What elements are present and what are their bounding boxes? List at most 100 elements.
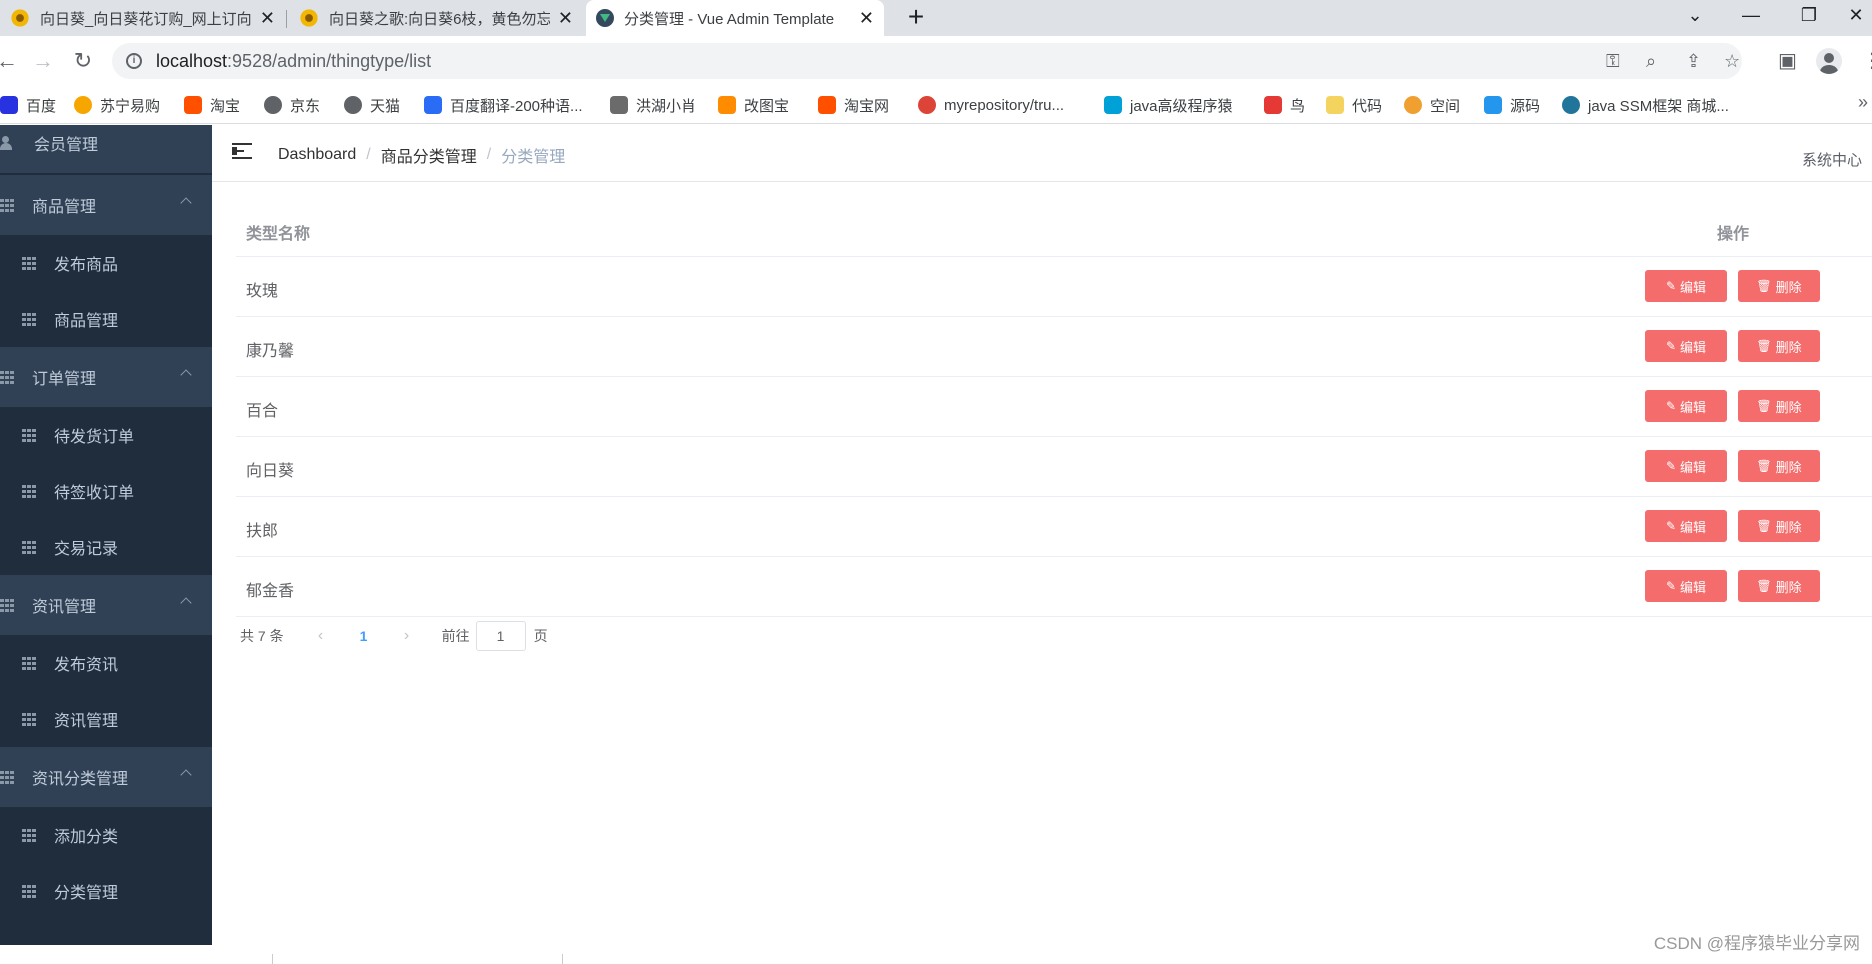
bookmark-item[interactable]: java SSM框架 商城...	[1562, 94, 1729, 116]
delete-button[interactable]: 🗑 删除	[1738, 450, 1820, 482]
breadcrumb-dashboard[interactable]: Dashboard	[278, 146, 356, 164]
bookmark-item[interactable]: myrepository/tru...	[918, 94, 1064, 116]
sidebar-item[interactable]: 商品管理	[0, 291, 212, 347]
address-bar[interactable]: i localhost:9528/admin/thingtype/list ⚿ …	[112, 43, 1742, 79]
delete-button[interactable]: 🗑 删除	[1738, 270, 1820, 302]
bookmark-item[interactable]: 源码	[1484, 94, 1540, 116]
goto-page-input[interactable]: 1	[475, 621, 526, 651]
bookmark-item[interactable]: 天猫	[344, 94, 400, 116]
taobao-icon	[818, 96, 836, 114]
back-icon[interactable]: ←	[0, 46, 22, 76]
system-center-link[interactable]: 系统中心	[1802, 149, 1862, 170]
sidebar-label: 添加分类	[54, 829, 119, 846]
sidebar-item[interactable]: 发布资讯	[0, 635, 212, 691]
side-panel-icon[interactable]: ▣	[1778, 48, 1797, 73]
edit-icon: ✎	[1665, 459, 1677, 473]
url-host: localhost	[156, 50, 228, 71]
close-window-icon[interactable]: ✕	[1840, 0, 1872, 32]
close-icon[interactable]: ✕	[260, 8, 275, 29]
edit-label: 编辑	[1680, 399, 1707, 415]
prev-page-icon[interactable]: ‹	[306, 627, 336, 645]
qzone-icon	[1404, 96, 1422, 114]
bookmark-item[interactable]: 洪湖小肖	[610, 94, 696, 116]
sidebar-item[interactable]: 交易记录	[0, 519, 212, 575]
breadcrumb-separator: /	[486, 146, 492, 163]
hamburger-icon[interactable]	[232, 143, 252, 159]
star-icon[interactable]: ☆	[1724, 51, 1740, 72]
bookmark-item[interactable]: 淘宝	[184, 94, 240, 116]
share-icon[interactable]: ⇪	[1686, 51, 1701, 72]
edit-button[interactable]: ✎ 编辑	[1645, 510, 1727, 542]
next-page-icon[interactable]: ›	[392, 627, 422, 645]
close-icon[interactable]: ✕	[859, 8, 874, 29]
sidebar-item[interactable]: 待发货订单	[0, 407, 212, 463]
category-name-cell: 向日葵	[246, 463, 295, 480]
delete-button[interactable]: 🗑 删除	[1738, 570, 1820, 602]
bookmark-item[interactable]: 淘宝网	[818, 94, 889, 116]
delete-button[interactable]: 🗑 删除	[1738, 330, 1820, 362]
chrome-icon	[918, 96, 936, 114]
edit-button[interactable]: ✎ 编辑	[1645, 570, 1727, 602]
delete-button[interactable]: 🗑 删除	[1738, 390, 1820, 422]
trash-icon: 🗑	[1756, 459, 1772, 473]
bookmarks-more-icon[interactable]: »	[1858, 92, 1868, 113]
sidebar-group[interactable]: 商品管理	[0, 175, 212, 235]
sidebar-label: 资讯分类管理	[32, 771, 129, 788]
pagination: 共 7 条 ‹ 1 › 前往 1 页	[240, 620, 548, 652]
bookmark-item[interactable]: 百度翻译-200种语...	[424, 94, 583, 116]
menu-dots-icon[interactable]: ⋮	[1862, 48, 1872, 73]
zoom-icon[interactable]: ⌕	[1646, 51, 1656, 72]
edit-button[interactable]: ✎ 编辑	[1645, 390, 1727, 422]
restore-icon[interactable]: ❐	[1786, 0, 1832, 32]
sidebar-group[interactable]: 会员管理	[0, 125, 212, 173]
minimize-icon[interactable]: —	[1728, 0, 1774, 32]
sidebar-label: 分类管理	[54, 885, 119, 902]
table-icon	[22, 312, 36, 326]
edit-label: 编辑	[1680, 519, 1707, 535]
tab-divider	[286, 10, 287, 28]
edit-button[interactable]: ✎ 编辑	[1645, 330, 1727, 362]
delete-button[interactable]: 🗑 删除	[1738, 510, 1820, 542]
bird-icon	[1264, 96, 1282, 114]
bookmark-item[interactable]: 改图宝	[718, 94, 789, 116]
bookmark-item[interactable]: 苏宁易购	[74, 94, 160, 116]
bookmark-item[interactable]: 百度	[0, 94, 56, 116]
delete-label: 删除	[1775, 579, 1802, 595]
bookmark-item[interactable]: java高级程序猿	[1104, 94, 1233, 116]
sunflower-icon	[10, 8, 30, 28]
table-icon	[22, 484, 36, 498]
sidebar-item[interactable]: 分类管理	[0, 863, 212, 919]
bookmark-item[interactable]: 空间	[1404, 94, 1460, 116]
sidebar-group[interactable]: 资讯管理	[0, 575, 212, 635]
browser-tab-active[interactable]: 分类管理 - Vue Admin Template ✕	[586, 0, 884, 36]
bookmark-item[interactable]: 京东	[264, 94, 320, 116]
close-icon[interactable]: ✕	[558, 8, 573, 29]
bookmark-item[interactable]: 鸟	[1264, 94, 1305, 116]
browser-tab[interactable]: 向日葵_向日葵花订购_网上订向日葵 ✕	[0, 0, 285, 36]
sidebar-label: 待签收订单	[54, 485, 135, 502]
edit-button[interactable]: ✎ 编辑	[1645, 450, 1727, 482]
new-tab-button[interactable]: +	[900, 2, 932, 34]
reload-icon[interactable]: ↻	[68, 46, 98, 76]
sidebar-item[interactable]: 待签收订单	[0, 463, 212, 519]
sidebar-group[interactable]: 订单管理	[0, 347, 212, 407]
bookmark-label: 代码	[1352, 97, 1383, 115]
delete-label: 删除	[1775, 279, 1802, 295]
bookmark-item[interactable]: 代码	[1326, 94, 1382, 116]
site-info-icon[interactable]: i	[126, 53, 142, 69]
edit-icon: ✎	[1665, 339, 1677, 353]
sidebar-item[interactable]: 添加分类	[0, 807, 212, 863]
page-number-current[interactable]: 1	[336, 628, 392, 644]
tab-search-icon[interactable]: ⌄	[1672, 0, 1718, 32]
key-icon[interactable]: ⚿	[1606, 51, 1620, 72]
edit-button[interactable]: ✎ 编辑	[1645, 270, 1727, 302]
profile-avatar-icon[interactable]	[1816, 48, 1842, 74]
forward-icon[interactable]: →	[28, 46, 58, 76]
bookmark-label: 天猫	[370, 97, 401, 115]
breadcrumb-category-mgmt[interactable]: 商品分类管理	[381, 143, 477, 167]
bookmark-label: 鸟	[1290, 97, 1306, 115]
sidebar-item[interactable]: 资讯管理	[0, 691, 212, 747]
sidebar-group[interactable]: 资讯分类管理	[0, 747, 212, 807]
browser-tab[interactable]: 向日葵之歌:向日葵6枝，黄色勿忘 ✕	[289, 0, 583, 36]
sidebar-item[interactable]: 发布商品	[0, 235, 212, 291]
